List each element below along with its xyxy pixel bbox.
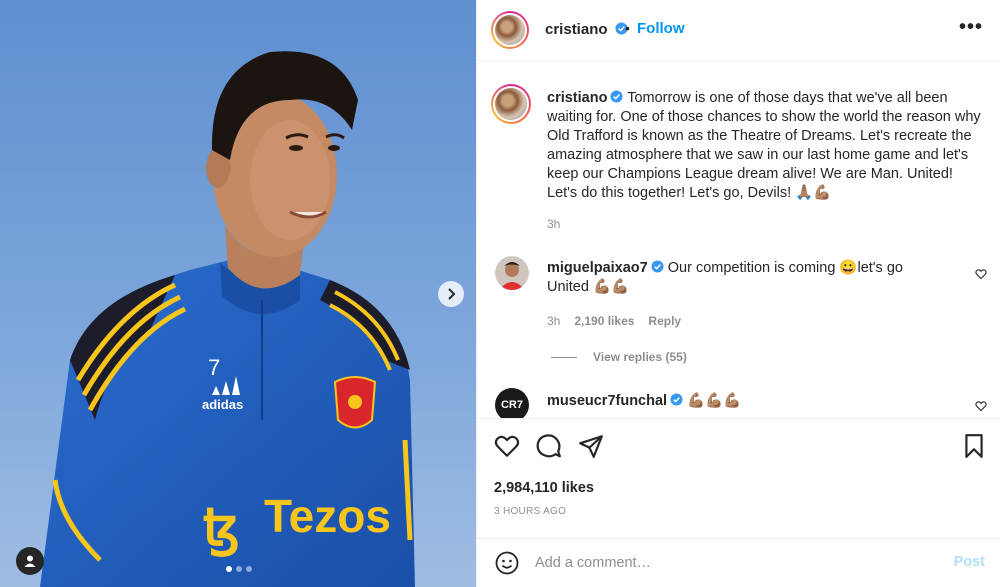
share-paper-plane-icon[interactable]: [578, 433, 604, 459]
comment-input[interactable]: [535, 551, 935, 575]
commenter-avatar[interactable]: CR7: [495, 388, 529, 418]
save-bookmark-icon[interactable]: [961, 433, 987, 459]
post-actions: 2,984,110 likes 3 HOURS AGO: [477, 418, 1000, 538]
caption-username[interactable]: cristiano: [547, 90, 607, 106]
commenter-avatar-image: [495, 256, 529, 290]
post-detail-panel: cristiano • Follow ••• cristiano Tomorro…: [476, 0, 1000, 587]
comment-bubble-icon[interactable]: [536, 433, 562, 459]
comment-text: 💪🏽💪🏽💪🏽: [687, 393, 742, 409]
carousel-indicator: [226, 566, 252, 572]
verified-badge-icon: [670, 393, 683, 406]
comment-body: museucr7funchal 💪🏽💪🏽💪🏽: [547, 392, 947, 411]
more-options-button[interactable]: •••: [959, 16, 983, 39]
sponsor-logo: Tezos: [264, 490, 391, 542]
author-username-row[interactable]: cristiano: [545, 21, 628, 38]
carousel-dot: [226, 566, 232, 572]
caption-text: Tomorrow is one of those days that we've…: [547, 90, 981, 201]
commenter-avatar-text: CR7: [500, 399, 523, 411]
comment-username[interactable]: miguelpaixao7: [547, 260, 648, 276]
follow-button[interactable]: Follow: [637, 20, 685, 37]
post-photo: 7 adidas ꜩ Tezos: [0, 0, 476, 587]
comment-body: miguelpaixao7 Our competition is coming …: [547, 259, 947, 297]
caption-time: 3h: [547, 217, 561, 231]
carousel-next-button[interactable]: [438, 281, 464, 307]
carousel-dot: [246, 566, 252, 572]
replies-divider: [551, 356, 577, 358]
post-timestamp: 3 HOURS AGO: [494, 506, 567, 517]
post-comment-button[interactable]: Post: [954, 554, 985, 570]
author-avatar[interactable]: [491, 11, 529, 49]
emoji-smiley-icon[interactable]: [495, 551, 519, 575]
user-icon: [24, 555, 36, 567]
jersey-number: 7: [208, 355, 220, 380]
like-comment-heart-icon[interactable]: [975, 268, 987, 280]
comment-time: 3h: [547, 314, 561, 328]
view-replies-button[interactable]: View replies (55): [551, 350, 687, 364]
verified-badge-icon: [610, 90, 623, 103]
post-like-count[interactable]: 2,984,110 likes: [494, 480, 594, 496]
svg-text:ꜩ: ꜩ: [203, 499, 240, 557]
post-caption: cristiano Tomorrow is one of those days …: [547, 89, 987, 203]
tagged-users-button[interactable]: [16, 547, 44, 575]
reply-button[interactable]: Reply: [648, 314, 681, 328]
like-heart-icon[interactable]: [494, 433, 520, 459]
club-crest-icon: [333, 376, 377, 429]
chevron-right-icon: [448, 288, 456, 300]
header-separator: •: [625, 20, 630, 36]
adidas-logo: adidas: [202, 397, 243, 412]
caption-author-avatar[interactable]: [491, 84, 531, 124]
carousel-dot: [236, 566, 242, 572]
post-header: cristiano • Follow •••: [477, 0, 1000, 61]
comments-list[interactable]: cristiano Tomorrow is one of those days …: [477, 62, 1000, 418]
comment-username[interactable]: museucr7funchal: [547, 393, 667, 409]
author-username[interactable]: cristiano: [545, 21, 608, 38]
add-comment-bar: Post: [477, 538, 1000, 587]
commenter-avatar[interactable]: [495, 256, 529, 290]
verified-badge-icon: [651, 260, 664, 273]
comment-likes[interactable]: 2,190 likes: [574, 314, 634, 328]
view-replies-label: View replies (55): [593, 350, 687, 364]
comment-meta: 3h 2,190 likes Reply: [547, 314, 681, 328]
like-comment-heart-icon[interactable]: [975, 400, 987, 412]
post-media[interactable]: 7 adidas ꜩ Tezos: [0, 0, 476, 587]
